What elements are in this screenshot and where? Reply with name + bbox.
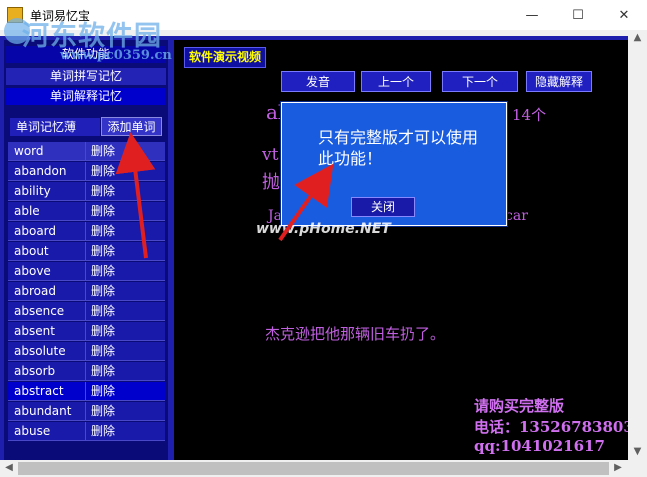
red-arrow-icon	[115, 132, 156, 259]
red-arrow-icon	[278, 163, 334, 242]
annotation-arrows	[115, 132, 334, 259]
